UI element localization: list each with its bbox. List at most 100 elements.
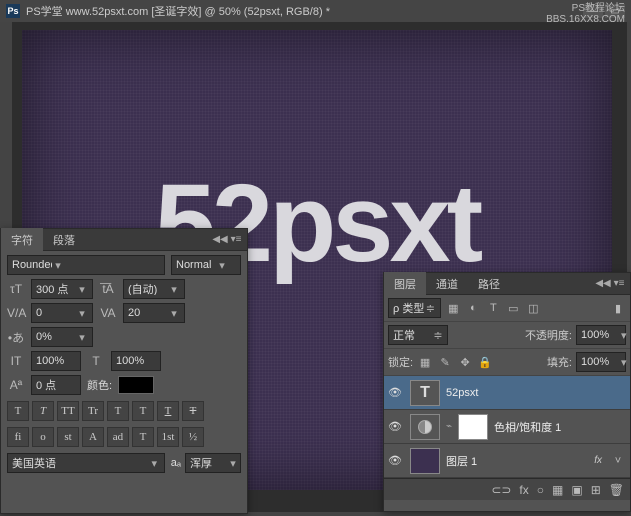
color-label: 颜色: bbox=[87, 377, 112, 393]
layer-item[interactable]: 👁 图层 1 fx ˅ bbox=[384, 444, 630, 478]
tab-paragraph[interactable]: 段落 bbox=[43, 228, 85, 252]
opacity-input[interactable]: ▾ bbox=[576, 325, 626, 345]
tracking-input[interactable]: ▾ bbox=[123, 303, 185, 323]
tab-paths[interactable]: 路径 bbox=[468, 272, 510, 296]
type-style-buttons: T T TT Tr T T T T bbox=[7, 401, 241, 421]
layer-list: 👁 T 52psxt 👁 ⌁ 色相/饱和度 1 👁 图层 1 fx ˅ bbox=[384, 376, 630, 478]
ot-titling[interactable]: T bbox=[132, 427, 154, 447]
tracking-icon: VA bbox=[99, 306, 117, 320]
character-panel: 字符 段落 ◀◀ ▾≡ ▾ ▾ τT ▾ t͞A ▾ V/A ▾ VA ▾ •あ… bbox=[0, 228, 248, 514]
ps-app-icon: Ps bbox=[6, 4, 20, 18]
filter-smart-icon[interactable]: ◫ bbox=[525, 300, 541, 316]
baseline-shift-icon: Aª bbox=[7, 378, 25, 392]
font-size-icon: τT bbox=[7, 282, 25, 296]
style-italic[interactable]: T bbox=[32, 401, 54, 421]
kerning-input[interactable]: ▾ bbox=[31, 303, 93, 323]
visibility-toggle[interactable]: 👁 bbox=[388, 454, 404, 467]
fill-label: 填充: bbox=[547, 354, 572, 370]
ot-fractions[interactable]: ½ bbox=[182, 427, 204, 447]
lock-pixels-icon[interactable]: ✎ bbox=[437, 354, 453, 370]
lock-label: 锁定: bbox=[388, 354, 413, 370]
lock-all-icon[interactable]: 🔒 bbox=[477, 354, 493, 370]
layer-mask-thumbnail[interactable] bbox=[458, 414, 488, 440]
hscale-icon: T bbox=[87, 354, 105, 368]
ot-swash[interactable]: A bbox=[82, 427, 104, 447]
layer-thumbnail-type[interactable]: T bbox=[410, 380, 440, 406]
style-strike[interactable]: T bbox=[182, 401, 204, 421]
vscale-icon: IT bbox=[7, 354, 25, 368]
filter-type-icon[interactable]: T bbox=[485, 300, 501, 316]
font-family-select[interactable]: ▾ bbox=[7, 255, 165, 275]
antialias-label: aₐ bbox=[171, 457, 181, 469]
style-bold[interactable]: T bbox=[7, 401, 29, 421]
layer-item[interactable]: 👁 T 52psxt bbox=[384, 376, 630, 410]
panel-menu-icon[interactable]: ▾≡ bbox=[612, 277, 626, 291]
vscale-input[interactable] bbox=[31, 351, 81, 371]
filter-shape-icon[interactable]: ▭ bbox=[505, 300, 521, 316]
leading-icon: t͞A bbox=[99, 282, 117, 296]
text-color-swatch[interactable] bbox=[118, 376, 154, 394]
lock-trans-icon[interactable]: ▦ bbox=[417, 354, 433, 370]
watermark: PS教程论坛 BBS.16XX8.COM bbox=[546, 3, 625, 25]
tsume-input[interactable]: ▾ bbox=[31, 327, 93, 347]
layers-panel-footer: ⊂⊃ fx ○ ▦ ▣ ⊞ 🗑 bbox=[384, 478, 630, 500]
tab-layers[interactable]: 图层 bbox=[384, 272, 426, 296]
layers-panel: 图层 通道 路径 ◀◀ ▾≡ ρ 类型≑ ▦ ◐ T ▭ ◫ ▮ ≑ 不透明度:… bbox=[383, 272, 631, 512]
opacity-label: 不透明度: bbox=[525, 327, 572, 343]
style-allcaps[interactable]: TT bbox=[57, 401, 79, 421]
blend-mode-select[interactable]: ≑ bbox=[388, 325, 448, 345]
tab-channels[interactable]: 通道 bbox=[426, 272, 468, 296]
panel-collapse-icon[interactable]: ◀◀ bbox=[596, 277, 610, 291]
layer-item[interactable]: 👁 ⌁ 色相/饱和度 1 bbox=[384, 410, 630, 444]
layers-panel-tabs: 图层 通道 路径 ◀◀ ▾≡ bbox=[384, 273, 630, 295]
ot-ordinals[interactable]: 1st bbox=[157, 427, 179, 447]
leading-input[interactable]: ▾ bbox=[123, 279, 185, 299]
opentype-buttons: fi o st A ad T 1st ½ bbox=[7, 427, 241, 447]
tsume-icon: •あ bbox=[7, 329, 25, 346]
link-icon: ⌁ bbox=[446, 421, 452, 432]
fx-badge[interactable]: fx bbox=[594, 455, 602, 466]
font-size-input[interactable]: ▾ bbox=[31, 279, 93, 299]
filter-adjust-icon[interactable]: ◐ bbox=[465, 300, 481, 316]
filter-pixel-icon[interactable]: ▦ bbox=[445, 300, 461, 316]
language-select[interactable]: ▾ bbox=[7, 453, 165, 473]
layer-filter-kind[interactable]: ρ 类型≑ bbox=[388, 298, 441, 318]
delete-layer-icon[interactable]: 🗑 bbox=[609, 483, 624, 497]
style-smallcaps[interactable]: Tr bbox=[82, 401, 104, 421]
ot-contextual[interactable]: o bbox=[32, 427, 54, 447]
layer-thumbnail[interactable] bbox=[410, 448, 440, 474]
panel-menu-icon[interactable]: ▾≡ bbox=[229, 233, 243, 247]
group-icon[interactable]: ▣ bbox=[571, 483, 582, 497]
layer-name[interactable]: 52psxt bbox=[446, 387, 626, 399]
fx-expand-icon[interactable]: ˅ bbox=[610, 453, 626, 469]
style-subscript[interactable]: T bbox=[132, 401, 154, 421]
baseline-shift-input[interactable] bbox=[31, 375, 81, 395]
layer-thumbnail-adjustment[interactable] bbox=[410, 414, 440, 440]
layer-fx-icon[interactable]: fx bbox=[519, 483, 528, 497]
antialias-select[interactable]: ▾ bbox=[185, 453, 241, 473]
fill-input[interactable]: ▾ bbox=[576, 352, 626, 372]
link-layers-icon[interactable]: ⊂⊃ bbox=[491, 483, 511, 497]
ot-ligatures[interactable]: fi bbox=[7, 427, 29, 447]
panel-collapse-icon[interactable]: ◀◀ bbox=[213, 233, 227, 247]
document-title: PS学堂 www.52psxt.com [圣诞字效] @ 50% (52psxt… bbox=[26, 3, 330, 19]
kerning-icon: V/A bbox=[7, 306, 25, 320]
visibility-toggle[interactable]: 👁 bbox=[388, 386, 404, 399]
lock-position-icon[interactable]: ✥ bbox=[457, 354, 473, 370]
font-style-select[interactable]: ▾ bbox=[171, 255, 241, 275]
ot-stylistic[interactable]: ad bbox=[107, 427, 129, 447]
adjustment-layer-icon[interactable]: ▦ bbox=[552, 483, 563, 497]
style-underline[interactable]: T bbox=[157, 401, 179, 421]
hscale-input[interactable] bbox=[111, 351, 161, 371]
layer-name[interactable]: 色相/饱和度 1 bbox=[494, 419, 626, 435]
layer-mask-icon[interactable]: ○ bbox=[537, 483, 544, 497]
tab-character[interactable]: 字符 bbox=[1, 228, 43, 252]
filter-toggle[interactable]: ▮ bbox=[610, 300, 626, 316]
title-bar: Ps PS学堂 www.52psxt.com [圣诞字效] @ 50% (52p… bbox=[0, 0, 631, 22]
new-layer-icon[interactable]: ⊞ bbox=[591, 483, 601, 497]
ot-discretionary[interactable]: st bbox=[57, 427, 79, 447]
layer-name[interactable]: 图层 1 bbox=[446, 453, 588, 469]
style-superscript[interactable]: T bbox=[107, 401, 129, 421]
character-panel-tabs: 字符 段落 ◀◀ ▾≡ bbox=[1, 229, 247, 251]
visibility-toggle[interactable]: 👁 bbox=[388, 420, 404, 433]
